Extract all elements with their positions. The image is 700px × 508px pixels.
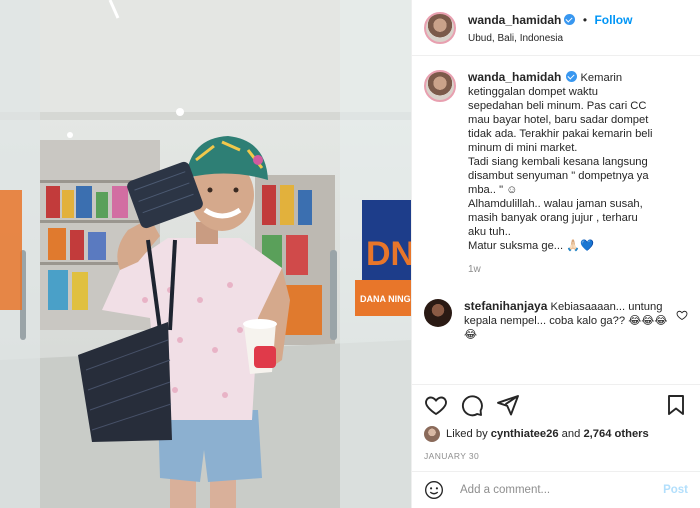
liked-by-and: and (561, 428, 581, 440)
caption-line: mau bayar hotel, baru sadar dompet (468, 114, 649, 126)
post-side-panel: wanda_hamidah • Follow Ubud, Bali, Indon… (411, 0, 700, 508)
likes-summary: Liked by cynthiatee26 and 2,764 others (412, 425, 700, 443)
comments-section: wanda_hamidah Kemarin ketinggalan dompet… (412, 56, 700, 385)
liker-avatar[interactable] (424, 426, 440, 442)
likes-count[interactable]: 2,764 others (583, 428, 648, 440)
caption-line: disambut senyuman " dompetnya ya (468, 170, 649, 182)
verified-badge-icon (566, 71, 578, 82)
author-username[interactable]: wanda_hamidah (468, 13, 561, 27)
caption-line: mba.. " ☺ (468, 184, 518, 196)
liked-by-user[interactable]: cynthiatee26 (491, 428, 559, 440)
author-avatar[interactable] (424, 11, 456, 44)
post-time-ago[interactable]: 1w (468, 263, 652, 277)
post-location[interactable]: Ubud, Bali, Indonesia (468, 33, 632, 45)
verified-badge-icon (564, 14, 576, 26)
instagram-post: DN DANA NING wanda_hamidah • Follow Ubud… (0, 0, 700, 508)
heart-icon[interactable] (424, 393, 448, 417)
caption-line: Kemarin (580, 72, 623, 84)
paper-plane-icon[interactable] (496, 393, 520, 417)
comment-icon[interactable] (460, 393, 484, 417)
caption-line: sepedahan beli minum. Pas cari CC (468, 100, 647, 112)
separator-dot: • (582, 13, 588, 28)
smiley-icon[interactable] (424, 480, 444, 500)
caption-line: ketinggalan dompet waktu (468, 86, 598, 98)
caption-line: minum di mini market. (468, 142, 578, 154)
post-header: wanda_hamidah • Follow Ubud, Bali, Indon… (412, 0, 700, 56)
post-date[interactable]: JANUARY 30 (412, 443, 700, 471)
bookmark-icon[interactable] (664, 393, 688, 417)
commenter-username[interactable]: stefanihanjaya (464, 299, 547, 313)
post-actions (412, 385, 700, 425)
post-caption: wanda_hamidah Kemarin ketinggalan dompet… (424, 70, 688, 277)
comment-body: stefanihanjaya Kebiasaaaan... untung kep… (464, 299, 674, 342)
caption-line: Matur suksma ge... 🙏🏻💙 (468, 240, 595, 252)
caption-line: tidak ada. Terakhir pakai kemarin beli (468, 128, 653, 140)
comment-heart-icon[interactable] (676, 309, 688, 321)
caption-line: Tadi siang kembali kesana langsung (468, 156, 648, 168)
store-sign-sub: DANA NING (360, 294, 411, 304)
post-photo[interactable]: DN DANA NING (0, 0, 411, 508)
post-comment-button[interactable]: Post (663, 484, 688, 496)
follow-button[interactable]: Follow (594, 13, 632, 27)
caption-body: wanda_hamidah Kemarin ketinggalan dompet… (468, 70, 652, 277)
caption-line: Alhamdulillah.. walau jaman susah, (468, 198, 643, 210)
comment-input[interactable] (458, 483, 664, 497)
author-meta: wanda_hamidah • Follow Ubud, Bali, Indon… (468, 10, 632, 44)
caption-line: masih banyak orang jujur , terharu (468, 212, 638, 224)
comment-item: stefanihanjaya Kebiasaaaan... untung kep… (424, 299, 688, 342)
add-comment-bar: Post (412, 471, 700, 508)
photo-illustration: DN DANA NING (0, 0, 411, 508)
store-sign-letters: DN (366, 235, 411, 273)
store-sign: DN DANA NING (355, 200, 411, 316)
liked-by-prefix: Liked by (446, 428, 488, 440)
caption-username[interactable]: wanda_hamidah (468, 70, 561, 84)
caption-line: aku tuh.. (468, 226, 511, 238)
caption-author-avatar[interactable] (424, 70, 456, 102)
commenter-avatar[interactable] (424, 299, 452, 327)
